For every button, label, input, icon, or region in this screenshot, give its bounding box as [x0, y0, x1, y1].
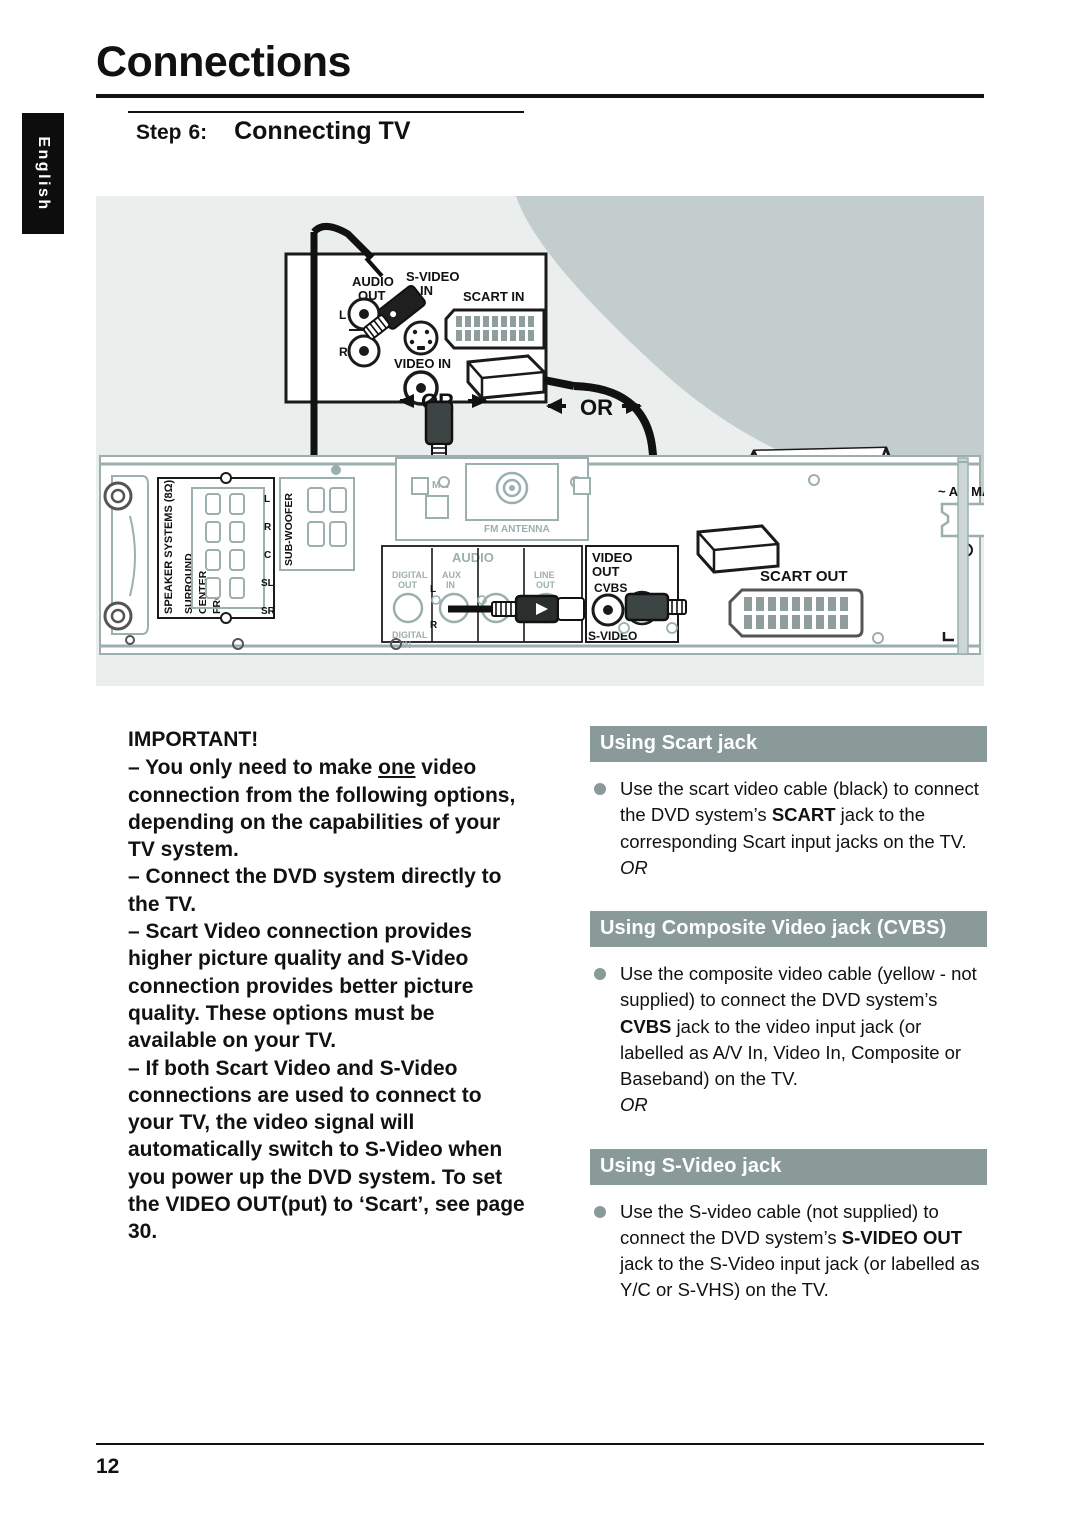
tv-audio-out-label: AUDIO [352, 274, 394, 289]
tv-video-in-label: VIDEO IN [394, 356, 451, 371]
surround-label: SURROUND [183, 553, 195, 614]
fm-antenna-label: FM ANTENNA [484, 524, 550, 535]
tv-audio-right-label: R [339, 345, 348, 359]
step-word: Step [136, 121, 182, 144]
speaker-ch-SR: SR [261, 606, 276, 617]
bullet-icon [594, 783, 606, 795]
audio-right-label: R [430, 620, 438, 631]
section-body-svideo: Use the S-video cable (not supplied) to … [590, 1199, 987, 1304]
line-out-label-2: OUT [536, 580, 556, 590]
important-paragraph-1: – You only need to make one video connec… [128, 754, 528, 863]
speaker-ch-SL: SL [261, 578, 274, 589]
section-heading-cvbs: Using Composite Video jack (CVBS) [590, 911, 987, 948]
section-heading-svideo: Using S-Video jack [590, 1148, 987, 1185]
bullet-icon [594, 1205, 606, 1218]
section-body-cvbs: Use the composite video cable (yellow - … [590, 961, 987, 1119]
svideo-body-2: jack to the S-Video input jack (or label… [620, 1253, 980, 1301]
svideo-out-label: S-VIDEO [588, 629, 637, 643]
speaker-ch-C: C [264, 550, 271, 561]
aux-in-label: AUX [442, 570, 461, 580]
step-name: Connecting TV [234, 117, 411, 145]
tv-svideo-in-label-2: IN [420, 283, 433, 298]
step-number: 6: [188, 121, 208, 144]
cvbs-or-label: OR [620, 1094, 648, 1116]
important-paragraph-2: – Connect the DVD system directly to the… [128, 865, 502, 916]
dvd-left-bracket [103, 475, 149, 645]
antenna-block: MW FM ANTENNA [395, 457, 591, 541]
section-heading-scart: Using Scart jack [590, 726, 987, 762]
important-p1-pre: – You only need to make [128, 756, 379, 780]
svideo-emphasis: S-VIDEO OUT [841, 1226, 963, 1248]
tv-scart-in-label: SCART IN [463, 289, 524, 304]
speaker-systems-block: SPEAKER SYSTEMS (8Ω) SURROUND CENTER FRO… [157, 472, 276, 624]
step-divider [128, 111, 524, 113]
important-paragraph-4: – If both Scart Video and S-Video connec… [128, 1056, 525, 1244]
scart-emphasis: SCART [771, 804, 836, 826]
important-heading: IMPORTANT! [128, 728, 259, 751]
speaker-systems-label: SPEAKER SYSTEMS (8Ω) [163, 480, 175, 614]
scart-out-socket [728, 588, 864, 638]
speaker-ch-R: R [264, 522, 272, 533]
audio-left-label: L [430, 584, 436, 595]
important-column: IMPORTANT! – You only need to make one v… [128, 726, 528, 1246]
video-out-label: VIDEO [592, 550, 632, 565]
scart-plug-dvd-side [696, 524, 780, 574]
line-out-label: LINE [534, 570, 555, 580]
subwoofer-label: SUB-WOOFER [283, 493, 295, 566]
cvbs-label: CVBS [594, 581, 627, 595]
title-divider [96, 94, 984, 98]
tv-audio-left-label: L [339, 308, 346, 322]
page-title: Connections [96, 38, 351, 86]
speaker-ch-L: L [264, 494, 270, 505]
page-number: 12 [96, 1455, 120, 1478]
scart-out-label: SCART OUT [760, 568, 848, 585]
cvbs-body-2: jack to the video input jack (or labelle… [620, 1015, 962, 1090]
scart-or-label: OR [620, 856, 648, 878]
tv-svideo-in-label: S-VIDEO [406, 269, 459, 284]
important-p1-underline: one [378, 756, 416, 780]
audio-group-label: AUDIO [452, 550, 494, 565]
cvbs-body-1: Use the composite video cable (yellow - … [620, 963, 977, 1011]
aux-in-label-2: IN [446, 580, 455, 590]
footer-divider [96, 1443, 984, 1445]
video-out-label-2: OUT [592, 564, 620, 579]
subwoofer-block: SUB-WOOFER [279, 465, 355, 571]
cvbs-emphasis: CVBS [620, 1015, 672, 1037]
language-tab: English [22, 113, 64, 234]
digital-out-label-2: OUT [398, 580, 418, 590]
digital-out-label: DIGITAL [392, 570, 428, 580]
language-tab-label: English [35, 135, 52, 212]
tv-scart-socket [444, 308, 546, 350]
step-heading: Step 6: Connecting TV [136, 117, 411, 146]
important-paragraph-3: – Scart Video connection provides higher… [128, 920, 474, 1053]
section-body-scart: Use the scart video cable (black) to con… [590, 776, 987, 881]
digital-in-label-2: IN [402, 640, 411, 650]
or-label-2: OR [580, 395, 613, 420]
bullet-icon [594, 968, 606, 981]
instructions-column: Using Scart jack Use the scart video cab… [590, 726, 987, 1304]
connection-diagram: AUDIO OUT L R S-VIDEO IN VIDEO IN SCART … [96, 196, 984, 686]
